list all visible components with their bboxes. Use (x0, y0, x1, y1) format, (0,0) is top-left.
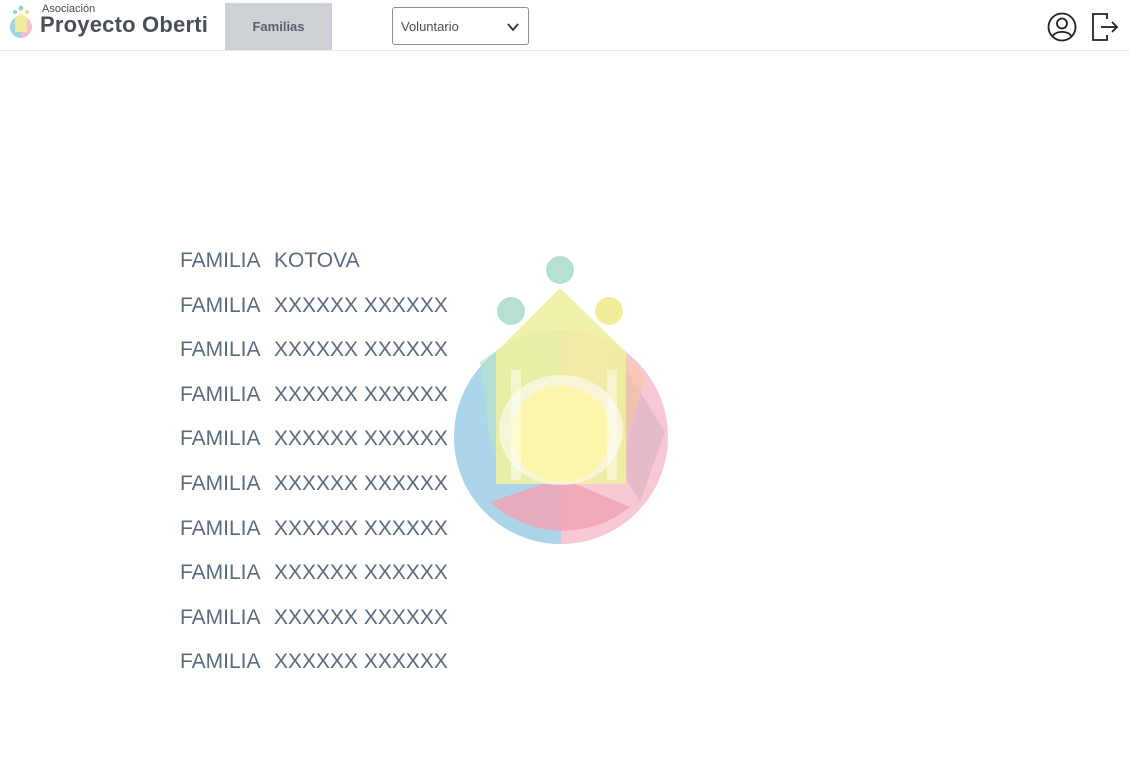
family-prefix: FAMILIA (180, 338, 261, 362)
family-prefix: FAMILIA (180, 427, 261, 451)
family-list-item[interactable]: FAMILIA XXXXXX XXXXXX (180, 649, 448, 694)
family-name: XXXXXX XXXXXX (274, 338, 448, 362)
brand-logo[interactable]: Asociación Proyecto Oberti (6, 2, 209, 46)
family-name: XXXXXX XXXXXX (274, 650, 448, 674)
family-prefix: FAMILIA (180, 382, 261, 406)
role-select-value: Voluntario (401, 19, 459, 34)
chevron-down-icon (507, 23, 519, 32)
family-prefix: FAMILIA (180, 561, 261, 585)
head-top-circle (546, 256, 574, 284)
family-prefix: FAMILIA (180, 650, 261, 674)
family-name: XXXXXX XXXXXX (274, 516, 448, 540)
family-list-item[interactable]: FAMILIA XXXXXX XXXXXX (180, 426, 448, 471)
family-list-item[interactable]: FAMILIA KOTOVA (180, 248, 448, 293)
role-select[interactable]: Voluntario (392, 7, 529, 45)
family-name: XXXXXX XXXXXX (274, 561, 448, 585)
right-leg (607, 370, 617, 480)
head-right-circle (595, 297, 623, 325)
family-name: XXXXXX XXXXXX (274, 471, 448, 495)
family-name: XXXXXX XXXXXX (274, 293, 448, 317)
family-list-item[interactable]: FAMILIA XXXXXX XXXXXX (180, 560, 448, 605)
family-name: XXXXXX XXXXXX (274, 605, 448, 629)
family-prefix: FAMILIA (180, 471, 261, 495)
family-prefix: FAMILIA (180, 605, 261, 629)
family-prefix: FAMILIA (180, 516, 261, 540)
hero-logo-illustration (454, 256, 668, 544)
family-prefix: FAMILIA (180, 249, 261, 272)
family-list-item[interactable]: FAMILIA XXXXXX XXXXXX (180, 605, 448, 650)
inner-yellow (511, 386, 611, 482)
family-name: XXXXXX XXXXXX (274, 382, 448, 406)
family-prefix: FAMILIA (180, 293, 261, 317)
left-leg (511, 370, 521, 480)
family-name: XXXXXX XXXXXX (274, 427, 448, 451)
family-list: FAMILIA KOTOVA FAMILIA XXXXXX XXXXXX FAMIL… (180, 248, 448, 694)
tab-familias[interactable]: Familias (225, 3, 332, 50)
family-list-item[interactable]: FAMILIA XXXXXX XXXXXX (180, 293, 448, 338)
top-navigation-bar: Asociación Proyecto Oberti Familias Volu… (0, 0, 1129, 51)
family-name: KOTOVA (274, 249, 360, 272)
family-list-item[interactable]: FAMILIA XXXXXX XXXXXX (180, 516, 448, 561)
logout-icon[interactable] (1089, 11, 1121, 43)
user-circle-icon[interactable] (1046, 11, 1078, 43)
family-list-item[interactable]: FAMILIA XXXXXX XXXXXX (180, 337, 448, 382)
family-list-item[interactable]: FAMILIA XXXXXX XXXXXX (180, 382, 448, 427)
logo-title: Proyecto Oberti (40, 12, 209, 37)
family-list-item[interactable]: FAMILIA XXXXXX XXXXXX (180, 471, 448, 516)
head-left-circle (497, 297, 525, 325)
logo-mark-icon (10, 5, 32, 38)
